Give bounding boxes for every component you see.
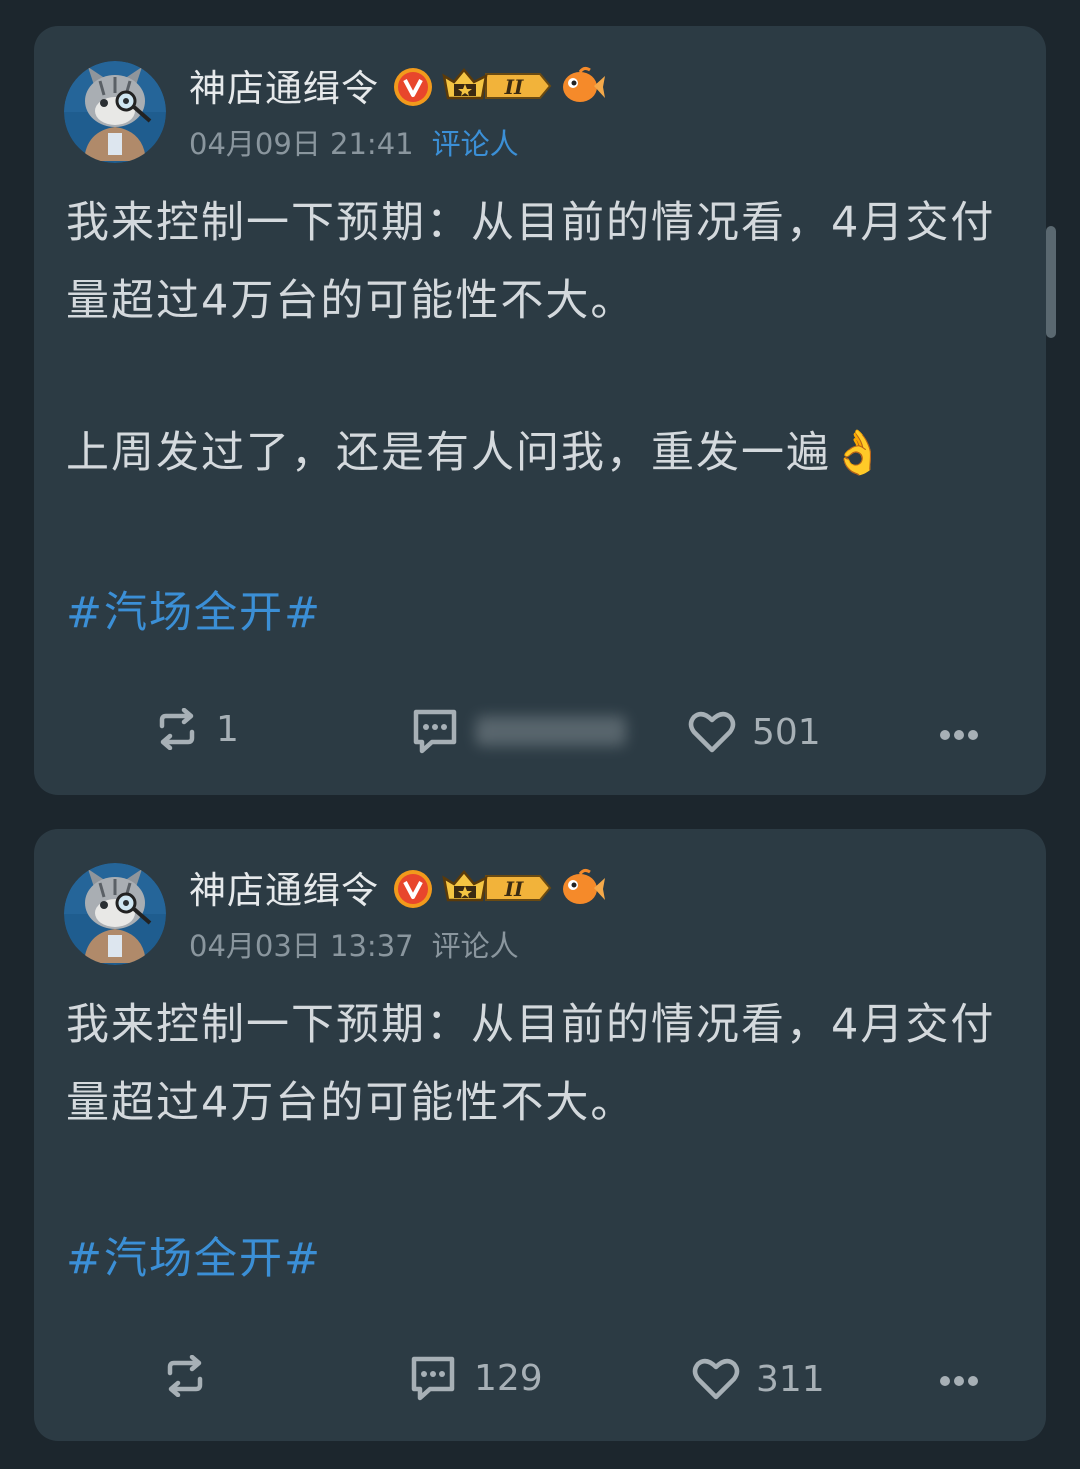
post-paragraph: 我来控制一下预期：从目前的情况看，4月交付量超过4万台的可能性不大。 (66, 1000, 996, 1128)
post-text: 我来控制一下预期：从目前的情况看，4月交付量超过4万台的可能性不大。 (66, 184, 1016, 340)
hashtag-link[interactable]: #汽场全开# (66, 1238, 322, 1281)
post-text: 我来控制一下预期：从目前的情况看，4月交付量超过4万台的可能性不大。 (66, 986, 1016, 1142)
post-card[interactable]: 神店通缉令 II 04月03日 13:37 评论人 我来控制一下预期：从目前的情况… (34, 829, 1046, 1441)
comment-icon (411, 1356, 455, 1401)
repost-button[interactable] (162, 1355, 224, 1397)
role-label[interactable]: 评论人 (432, 127, 519, 161)
repost-button[interactable]: 1 (154, 708, 239, 750)
comment-count: · (476, 716, 626, 757)
verified-v-icon (392, 868, 434, 914)
post-text-2: 上周发过了，还是有人问我，重发一遍👌 (66, 414, 1016, 492)
level-label: II (504, 75, 524, 99)
like-button[interactable]: 311 (692, 1357, 825, 1401)
repost-count: 1 (216, 708, 239, 750)
avatar[interactable] (64, 863, 166, 965)
fish-fan-badge (560, 868, 606, 912)
heart-icon (692, 1358, 740, 1400)
like-count: 501 (752, 711, 821, 753)
scrollbar[interactable] (1046, 226, 1056, 338)
like-count: 311 (756, 1358, 825, 1400)
repost-icon (167, 1355, 203, 1397)
post-time: 04月09日 21:41 (189, 127, 414, 161)
crown-level-badge: II (442, 66, 552, 110)
heart-icon (688, 711, 736, 753)
comment-icon (413, 709, 457, 754)
more-dots-icon[interactable] (940, 730, 980, 742)
post-meta: 04月03日 13:37 评论人 (189, 932, 519, 961)
more-dots-icon[interactable] (940, 1376, 980, 1388)
post-paragraph: 上周发过了，还是有人问我，重发一遍👌 (66, 428, 887, 478)
author-name[interactable]: 神店通缉令 (189, 872, 379, 909)
post-meta: 04月09日 21:41 评论人 (189, 130, 519, 159)
author-name[interactable]: 神店通缉令 (189, 70, 379, 107)
level-label: II (504, 877, 524, 901)
post-paragraph: 我来控制一下预期：从目前的情况看，4月交付量超过4万台的可能性不大。 (66, 198, 996, 326)
post-card[interactable]: 神店通缉令 II 04月09日 21:41 评论人 我来控制一下预期：从目前的情… (34, 26, 1046, 795)
comment-count: 129 (474, 1357, 543, 1399)
hashtag-link[interactable]: #汽场全开# (66, 592, 322, 635)
comment-button[interactable]: · (410, 706, 626, 757)
post-time: 04月03日 13:37 (189, 929, 414, 963)
repost-icon (159, 708, 195, 750)
like-button[interactable]: 501 (688, 710, 821, 754)
avatar[interactable] (64, 61, 166, 163)
verified-v-icon (392, 66, 434, 112)
comment-button[interactable]: 129 (408, 1353, 543, 1403)
fish-fan-badge (560, 66, 606, 110)
role-label[interactable]: 评论人 (432, 929, 519, 963)
crown-level-badge: II (442, 868, 552, 912)
